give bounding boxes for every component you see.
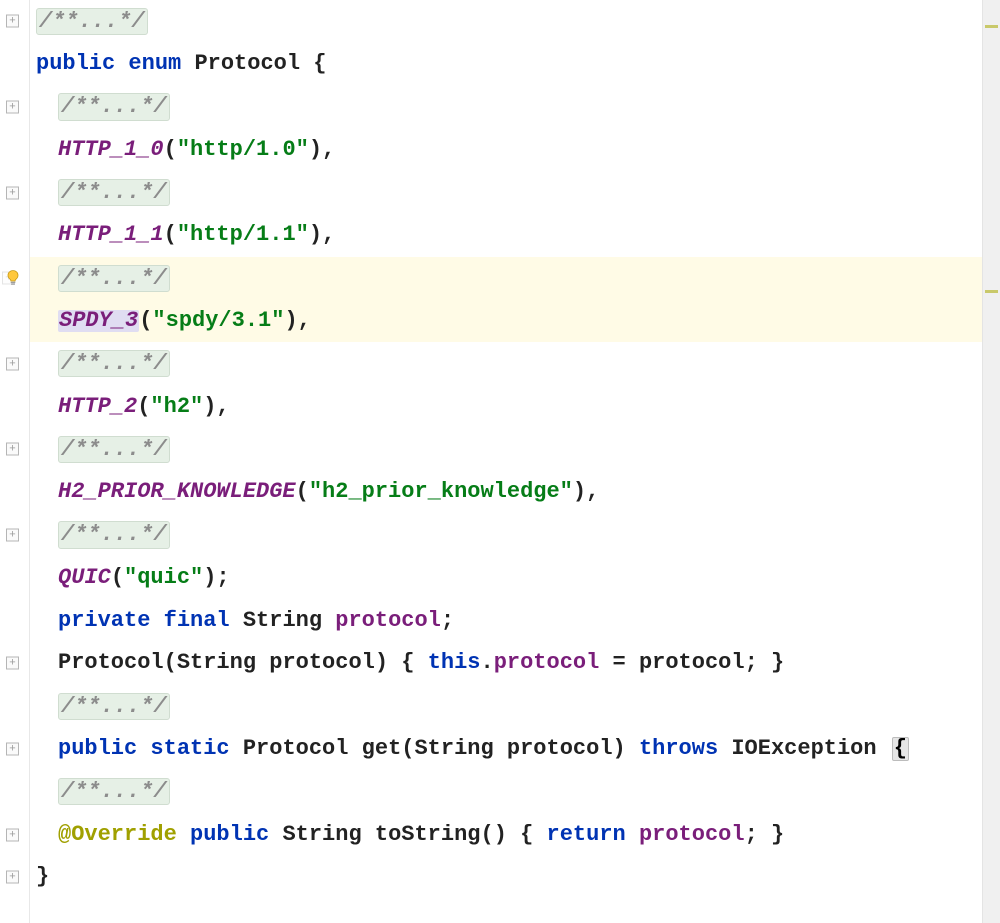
code-line[interactable]: /**...*/	[30, 514, 982, 557]
fold-icon[interactable]: +	[6, 742, 19, 755]
matched-brace: {	[892, 737, 909, 761]
gutter: + + + + + + + + + + +	[0, 0, 30, 923]
code-line[interactable]: /**...*/	[30, 0, 982, 43]
code-line[interactable]: /**...*/	[30, 86, 982, 129]
folded-doc-comment[interactable]: /**...*/	[58, 521, 170, 548]
fold-icon[interactable]: +	[6, 528, 19, 541]
folded-doc-comment[interactable]: /**...*/	[58, 436, 170, 463]
enum-constant[interactable]: HTTP_1_0("http/1.0"),	[30, 128, 982, 171]
enum-constant[interactable]: HTTP_2("h2"),	[30, 385, 982, 428]
enum-constant[interactable]: H2_PRIOR_KNOWLEDGE("h2_prior_knowledge")…	[30, 471, 982, 514]
fold-icon[interactable]: +	[6, 15, 19, 28]
fold-icon[interactable]: +	[6, 186, 19, 199]
fold-icon[interactable]: +	[6, 100, 19, 113]
class-close-brace[interactable]: }	[30, 856, 982, 899]
fold-icon[interactable]: +	[6, 443, 19, 456]
scrollbar-mark	[985, 290, 998, 293]
code-line[interactable]: /**...*/	[30, 685, 982, 728]
enum-declaration[interactable]: public enum Protocol {	[30, 43, 982, 86]
enum-constant-highlighted[interactable]: SPDY_3("spdy/3.1"),	[30, 300, 982, 343]
enum-constant[interactable]: HTTP_1_1("http/1.1"),	[30, 214, 982, 257]
code-line[interactable]: /**...*/	[30, 257, 982, 300]
folded-doc-comment[interactable]: /**...*/	[58, 778, 170, 805]
folded-doc-comment[interactable]: /**...*/	[58, 350, 170, 377]
constructor[interactable]: Protocol(String protocol) { this.protoco…	[30, 642, 982, 685]
fold-icon[interactable]: +	[6, 828, 19, 841]
code-editor[interactable]: + + + + + + + + + + +	[0, 0, 1000, 923]
field-declaration[interactable]: private final String protocol;	[30, 599, 982, 642]
folded-doc-comment[interactable]: /**...*/	[58, 93, 170, 120]
enum-constant[interactable]: QUIC("quic");	[30, 556, 982, 599]
code-line[interactable]: /**...*/	[30, 342, 982, 385]
vertical-scrollbar[interactable]	[982, 0, 1000, 923]
scrollbar-mark	[985, 25, 998, 28]
fold-icon[interactable]: +	[6, 657, 19, 670]
folded-doc-comment[interactable]: /**...*/	[36, 8, 148, 35]
code-area[interactable]: /**...*/ public enum Protocol { /**...*/…	[30, 0, 982, 923]
folded-doc-comment[interactable]: /**...*/	[58, 693, 170, 720]
code-line[interactable]: /**...*/	[30, 770, 982, 813]
folded-doc-comment[interactable]: /**...*/	[58, 179, 170, 206]
method-get[interactable]: public static Protocol get(String protoc…	[30, 728, 982, 771]
fold-icon[interactable]: +	[6, 357, 19, 370]
selected-identifier: SPDY_3	[58, 310, 139, 332]
code-line[interactable]: /**...*/	[30, 171, 982, 214]
code-line[interactable]: /**...*/	[30, 428, 982, 471]
fold-icon[interactable]: +	[6, 871, 19, 884]
fold-icon[interactable]: +	[2, 272, 15, 285]
folded-doc-comment[interactable]: /**...*/	[58, 265, 170, 292]
method-tostring[interactable]: @Override public String toString() { ret…	[30, 813, 982, 856]
